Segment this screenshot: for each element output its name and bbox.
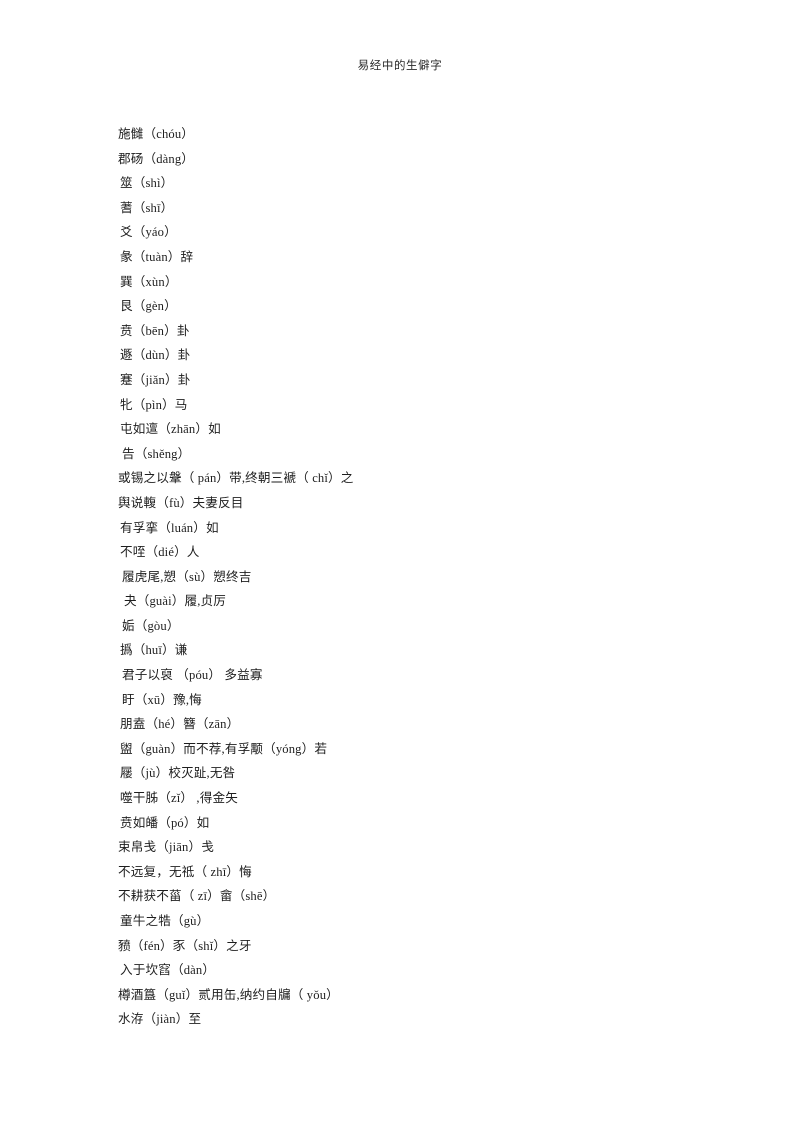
entry-line: 巽（xùn） [120, 274, 178, 289]
entry-line: 舆说輹（fù）夫妻反目 [118, 495, 244, 510]
entry-line: 夬（guài）履,贞厉 [124, 594, 227, 609]
entry-line: 不远复，无祗（ zhī）悔 [118, 864, 252, 879]
entry-line: 爻（yáo） [120, 225, 177, 240]
entry-line: 筮（shì） [120, 176, 174, 191]
entry-line: 姤（gòu） [122, 618, 180, 633]
entry-line: 入于坎窞（dàn） [120, 963, 216, 978]
entry-line: 施雠（chóu） [118, 127, 195, 141]
entry-line: 有孚挛（luán）如 [120, 520, 219, 535]
entry-line: 遯（dùn）卦 [120, 348, 191, 363]
entry-list: 施雠（chóu） 郡砀（dàng） 筮（shì） 蓍（shī） 爻（yáo） 彖（tuàn… [118, 122, 704, 1032]
entry-line: 童牛之牿（gù） [120, 914, 210, 928]
entry-line: 水洊（jiàn）至 [118, 1012, 202, 1027]
entry-line: 不咥（dié）人 [120, 545, 200, 560]
entry-line: 牝（pìn）马 [120, 397, 188, 412]
entry-line: 盱（xū）豫,悔 [122, 692, 202, 707]
entry-line: 噬干胏（zǐ） ,得金矢 [120, 791, 238, 806]
entry-line: 或锡之以鞶（ pán）带,终朝三褫（ chǐ）之 [118, 471, 354, 486]
entry-line: 樽酒簋（guǐ）贰用缶,纳约自牖（ yǒu） [118, 987, 339, 1002]
entry-line: 不耕获不菑（ zī）畲（shē） [118, 889, 276, 904]
entry-line: 艮（gèn） [120, 299, 177, 314]
entry-line: 盥（guàn）而不荐,有孚颙（yóng）若 [120, 741, 328, 756]
entry-line: 撝（huī）谦 [120, 643, 188, 658]
entry-line: 豮（fén）豕（shǐ）之牙 [118, 938, 252, 953]
page-title: 易经中的生僻字 [357, 60, 443, 72]
entry-line: 蓍（shī） [120, 200, 174, 215]
entry-line: 屯如邅（zhān）如 [120, 422, 221, 437]
entry-line: 告（shěng） [122, 446, 191, 461]
entry-line: 贲如皤（pó）如 [120, 815, 210, 830]
entry-line: 蹇（jiǎn）卦 [120, 372, 191, 387]
entry-line: 彖（tuàn）辞 [120, 249, 194, 264]
entry-line: 履虎尾,愬（sù）愬终吉 [122, 569, 252, 584]
entry-line: 朋盍（hé）簪（zān） [120, 717, 240, 732]
document-header: 易经中的生僻字 [0, 56, 800, 74]
entry-line: 屦（jù）校灭趾,无咎 [120, 766, 236, 781]
entry-line: 贲（bēn）卦 [120, 323, 190, 338]
entry-line: 束帛戋（jiān）戋 [118, 840, 214, 855]
document-page: 易经中的生僻字 施雠（chóu） 郡砀（dàng） 筮（shì） 蓍（shī） 爻（yá… [0, 0, 800, 1133]
entry-line: 郡砀（dàng） [118, 151, 195, 166]
entry-line: 君子以裒 （póu） 多益寡 [122, 668, 263, 683]
